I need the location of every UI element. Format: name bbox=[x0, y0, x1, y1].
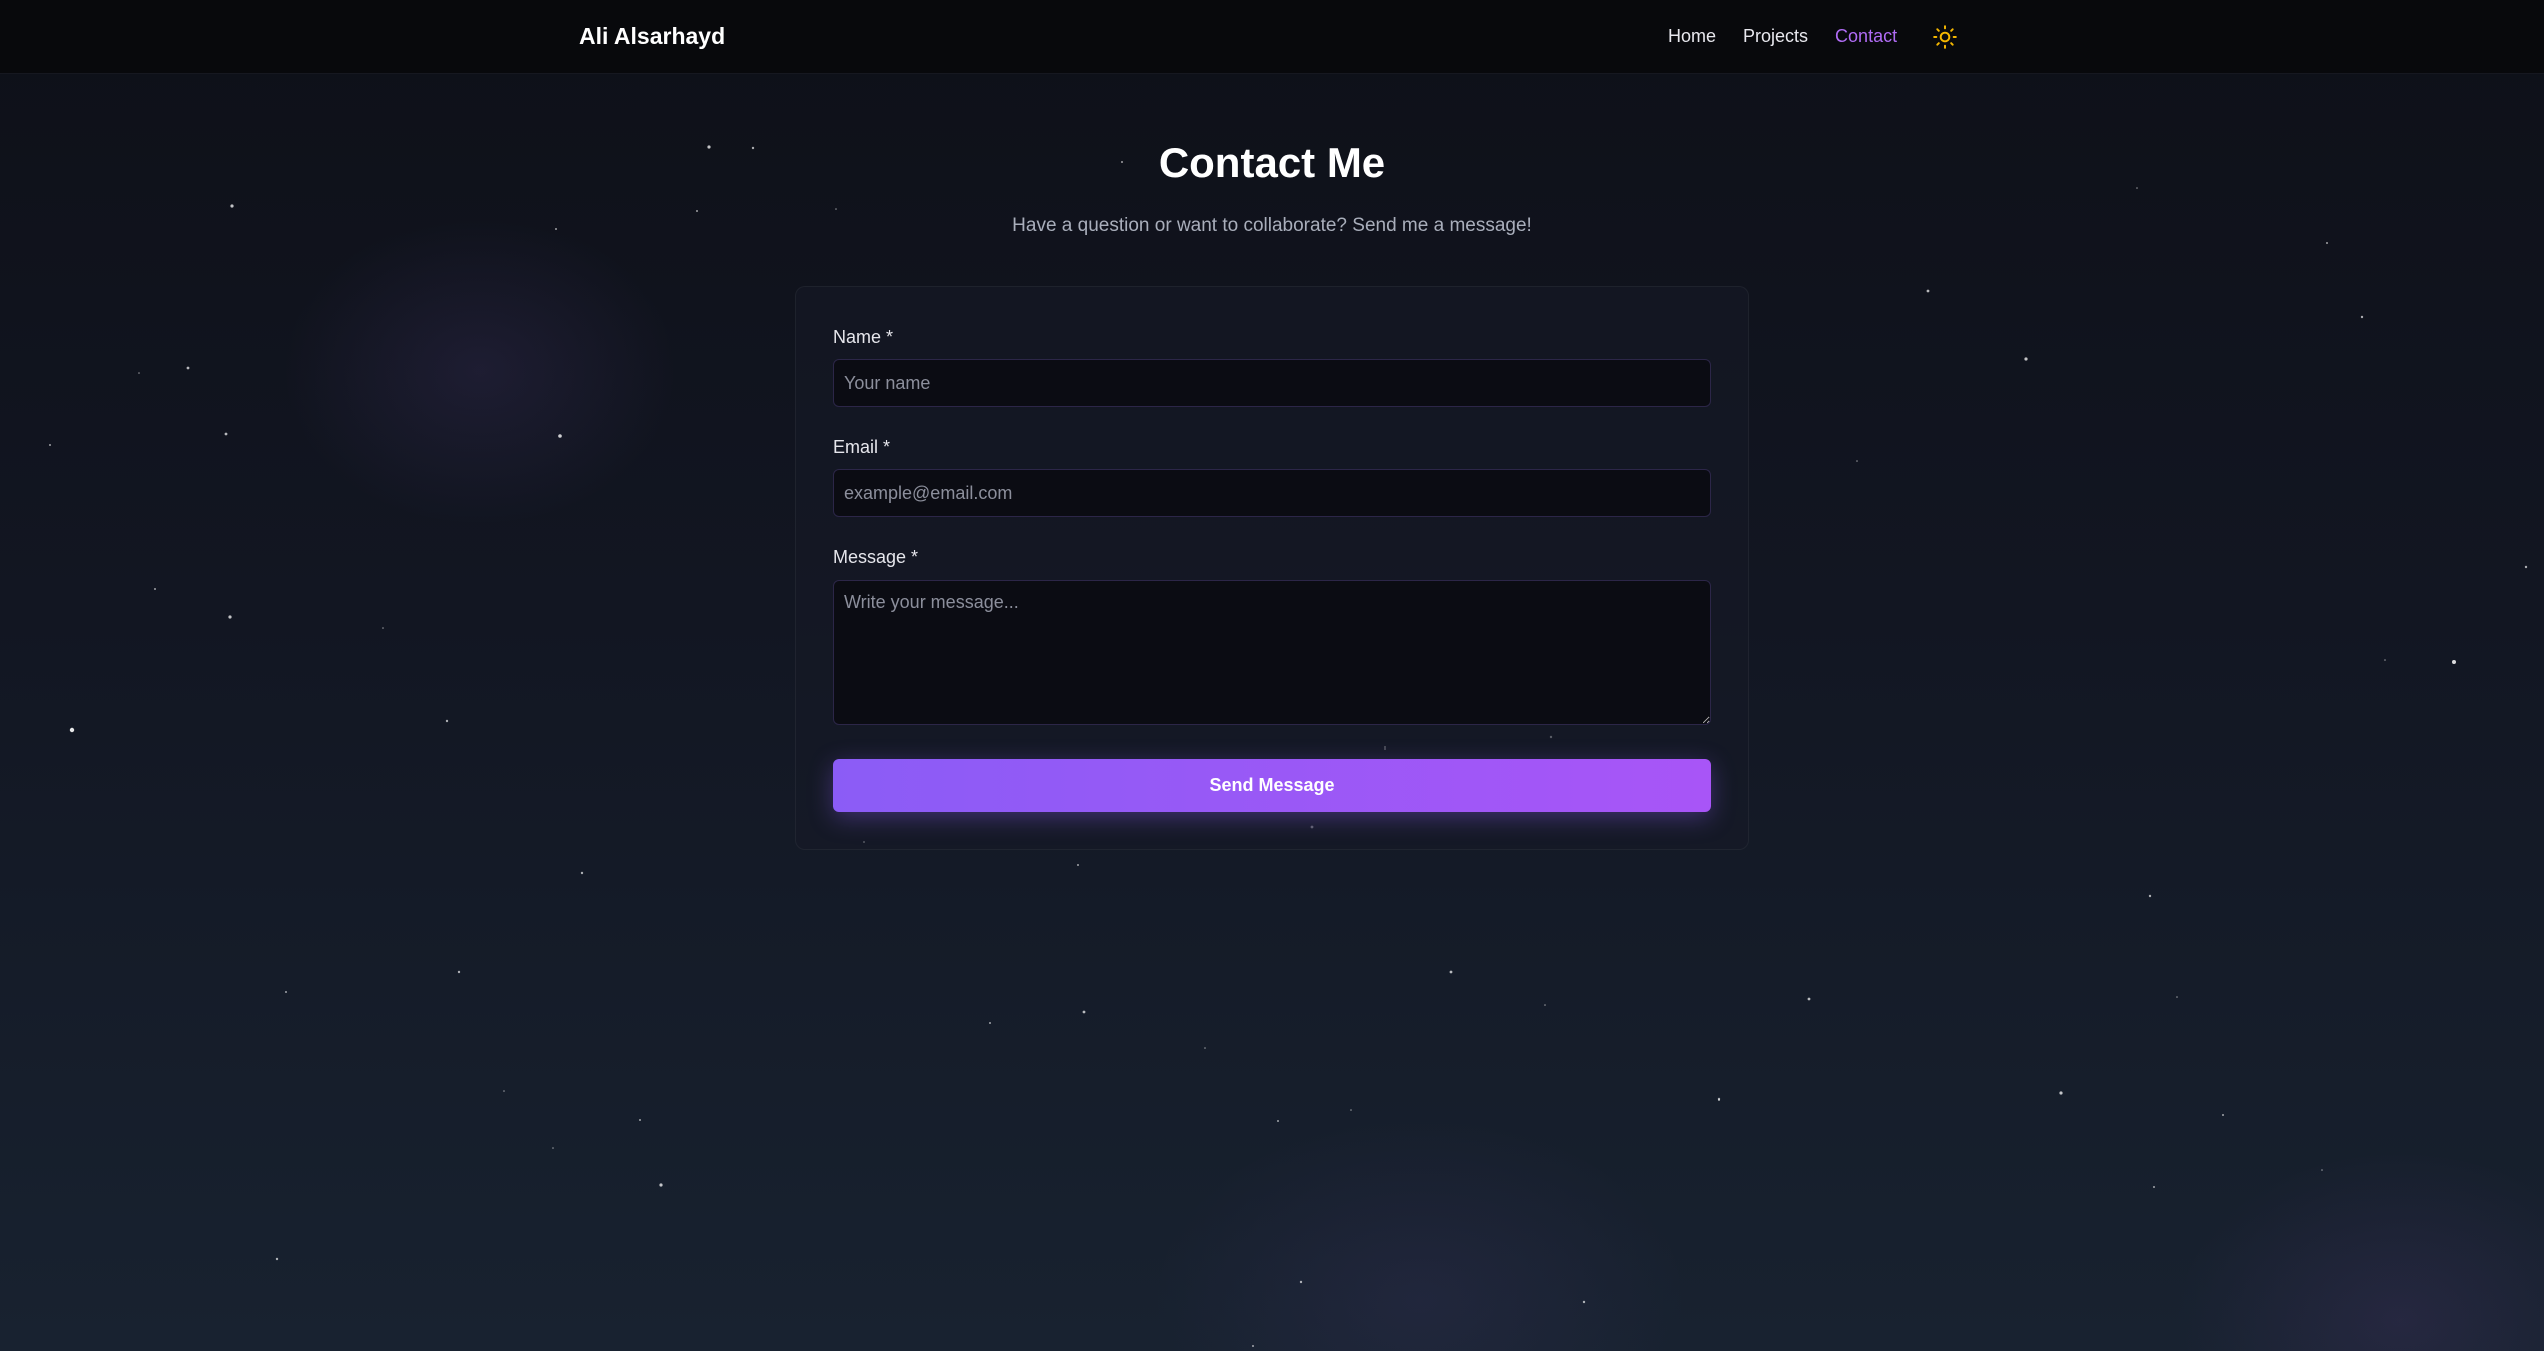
email-label: Email * bbox=[833, 437, 891, 457]
star bbox=[2059, 1091, 2063, 1095]
star bbox=[457, 970, 461, 974]
contact-form: Name * Email * Message * Send Message bbox=[795, 286, 1749, 850]
star bbox=[2384, 659, 2386, 661]
star bbox=[659, 1183, 663, 1187]
star bbox=[552, 1147, 554, 1149]
star bbox=[445, 719, 449, 723]
star bbox=[1277, 1120, 1279, 1122]
star bbox=[138, 372, 140, 374]
star bbox=[285, 991, 287, 993]
star bbox=[1582, 1300, 1586, 1304]
star bbox=[1299, 1280, 1303, 1284]
star bbox=[2222, 1114, 2224, 1116]
star bbox=[989, 1022, 991, 1024]
star bbox=[2321, 1169, 2323, 1171]
star bbox=[1544, 1004, 1546, 1006]
send-message-button[interactable]: Send Message bbox=[833, 759, 1711, 812]
nav-link-home[interactable]: Home bbox=[1668, 24, 1716, 48]
star bbox=[1252, 1345, 1254, 1347]
star bbox=[2148, 894, 2152, 898]
star bbox=[2524, 565, 2528, 569]
star bbox=[2360, 315, 2364, 319]
star bbox=[154, 588, 156, 590]
star bbox=[275, 1257, 279, 1261]
star bbox=[2153, 1186, 2155, 1188]
star bbox=[186, 366, 190, 370]
star bbox=[1926, 289, 1930, 293]
star bbox=[1082, 1010, 1086, 1014]
star bbox=[69, 727, 75, 733]
star bbox=[2452, 660, 2456, 664]
name-label: Name * bbox=[833, 327, 894, 347]
brand-logo[interactable]: Ali Alsarhayd bbox=[579, 22, 725, 50]
nav-link-projects[interactable]: Projects bbox=[1743, 24, 1808, 48]
star bbox=[1717, 1097, 1721, 1101]
star bbox=[230, 204, 234, 208]
star bbox=[224, 432, 228, 436]
nav-links: Home Projects Contact bbox=[1668, 24, 1897, 48]
message-label: Message * bbox=[833, 547, 919, 567]
star bbox=[1718, 1099, 1720, 1101]
star bbox=[1204, 1047, 1206, 1049]
top-navbar: Ali Alsarhayd Home Projects Contact bbox=[0, 0, 2544, 73]
star bbox=[2024, 357, 2028, 361]
star bbox=[228, 615, 232, 619]
message-textarea[interactable] bbox=[833, 580, 1711, 725]
star bbox=[382, 627, 384, 629]
star bbox=[2326, 242, 2328, 244]
star bbox=[639, 1119, 641, 1121]
theme-toggle-button[interactable] bbox=[1932, 24, 1958, 50]
star bbox=[49, 444, 51, 446]
page-title: Contact Me bbox=[1158, 139, 1386, 186]
star bbox=[503, 1090, 505, 1092]
star bbox=[558, 434, 562, 438]
sun-icon bbox=[1933, 25, 1957, 49]
star bbox=[1807, 997, 1811, 1001]
nav-link-contact[interactable]: Contact bbox=[1835, 24, 1897, 48]
star bbox=[1449, 970, 1453, 974]
star bbox=[2176, 996, 2178, 998]
star bbox=[696, 210, 698, 212]
star bbox=[1077, 864, 1079, 866]
star bbox=[1350, 1109, 1352, 1111]
star bbox=[1856, 460, 1858, 462]
email-input[interactable] bbox=[833, 469, 1711, 517]
star bbox=[580, 871, 584, 875]
name-input[interactable] bbox=[833, 359, 1711, 407]
star bbox=[835, 208, 837, 210]
page-subtitle: Have a question or want to collaborate? … bbox=[1012, 215, 1532, 236]
